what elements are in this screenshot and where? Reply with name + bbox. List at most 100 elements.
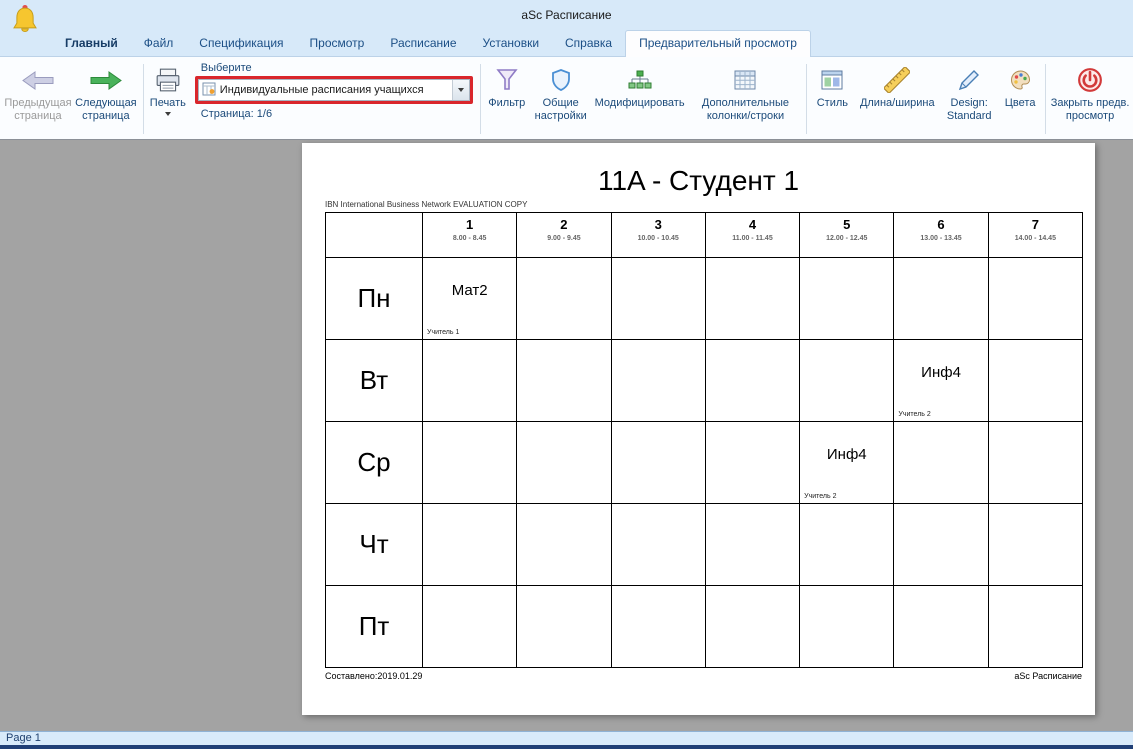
menu-item[interactable]: Расписание	[377, 31, 469, 56]
timetable-cell: Мат2Учитель 1	[423, 258, 517, 340]
timetable-cell	[705, 258, 799, 340]
timetable-cell	[988, 422, 1082, 504]
period-header: 512.00 - 12.45	[800, 213, 894, 258]
timetable-cell	[705, 586, 799, 668]
print-dropdown-caret[interactable]	[165, 112, 171, 116]
timetable-cell	[894, 586, 988, 668]
menu-item[interactable]: Спецификация	[186, 31, 296, 56]
status-page-text: Page 1	[6, 732, 41, 744]
toolbar-separator	[806, 64, 807, 134]
filter-label: Фильтр	[488, 97, 525, 110]
timetable-cell	[705, 422, 799, 504]
menu-item[interactable]: Справка	[552, 31, 625, 56]
arrow-right-icon	[89, 64, 123, 96]
previous-page-label: Предыдущая страница	[4, 97, 72, 123]
shield-icon	[549, 64, 573, 96]
period-header: 18.00 - 8.45	[423, 213, 517, 258]
timetable-cell	[800, 504, 894, 586]
style-button[interactable]: Стиль	[810, 59, 854, 139]
toolbar-separator	[1045, 64, 1046, 134]
timetable-cell	[800, 586, 894, 668]
filter-button[interactable]: Фильтр	[484, 59, 530, 139]
period-header: 411.00 - 11.45	[705, 213, 799, 258]
app-bell-icon[interactable]	[10, 3, 40, 42]
extra-columns-button[interactable]: Дополнительные колонки/строки	[688, 59, 804, 139]
timetable-cell	[988, 340, 1082, 422]
close-preview-button[interactable]: Закрыть предв. просмотр	[1049, 59, 1131, 139]
day-label: Пт	[326, 586, 423, 668]
timetable-title: 11A - Студент 1	[302, 165, 1095, 197]
window-title: aSc Расписание	[0, 8, 1133, 22]
combo-dropdown-button[interactable]	[452, 80, 469, 100]
menu-item[interactable]: Предварительный просмотр	[625, 30, 811, 57]
previous-page-button[interactable]: Предыдущая страница	[4, 59, 72, 139]
timetable-cell: Инф4Учитель 2	[800, 422, 894, 504]
day-label: Чт	[326, 504, 423, 586]
menu-item[interactable]: Установки	[470, 31, 552, 56]
menu-item[interactable]: Просмотр	[297, 31, 378, 56]
report-type-select[interactable]: Индивидуальные расписания учащихся	[198, 79, 470, 101]
close-preview-label: Закрыть предв. просмотр	[1049, 97, 1131, 123]
period-header: 310.00 - 10.45	[611, 213, 705, 258]
dimensions-button[interactable]: Длина/ширина	[854, 59, 940, 139]
colors-label: Цвета	[1005, 97, 1036, 110]
general-settings-button[interactable]: Общие настройки	[530, 59, 592, 139]
palette-icon	[1008, 64, 1033, 96]
menu-item[interactable]: Главный	[52, 31, 131, 56]
period-header: 714.00 - 14.45	[988, 213, 1082, 258]
timetable-cell	[988, 258, 1082, 340]
selection-highlight: Индивидуальные расписания учащихся	[195, 76, 473, 104]
timetable-cell	[611, 504, 705, 586]
print-button[interactable]: Печать	[147, 59, 189, 139]
next-page-button[interactable]: Следующая страница	[72, 59, 140, 139]
timetable-cell	[611, 340, 705, 422]
timetable-cell	[423, 586, 517, 668]
timetable-cell	[894, 422, 988, 504]
pencil-icon	[957, 64, 981, 96]
dimensions-label: Длина/ширина	[860, 97, 935, 110]
preview-workspace: 11A - Студент 1 IBN International Busine…	[0, 140, 1133, 731]
print-preview-page: 11A - Студент 1 IBN International Busine…	[302, 143, 1095, 715]
toolbar-separator	[143, 64, 144, 134]
timetable-cell	[611, 258, 705, 340]
modify-button[interactable]: Модифицировать	[592, 59, 688, 139]
status-bar: Page 1	[0, 731, 1133, 745]
menu-bar: ГлавныйФайлСпецификацияПросмотрРасписани…	[0, 30, 1133, 57]
next-page-label: Следующая страница	[72, 97, 140, 123]
timetable-cell	[894, 504, 988, 586]
design-button[interactable]: Design: Standard	[940, 59, 998, 139]
toolbar-separator	[480, 64, 481, 134]
org-chart-icon	[628, 64, 652, 96]
ruler-icon	[884, 64, 910, 96]
titlebar: aSc Расписание	[0, 0, 1133, 30]
evaluation-watermark: IBN International Business Network EVALU…	[325, 200, 527, 209]
style-panes-icon	[820, 64, 844, 96]
period-header: 613.00 - 13.45	[894, 213, 988, 258]
power-icon	[1077, 64, 1103, 96]
table-grid-icon	[733, 64, 757, 96]
timetable-cell	[517, 258, 611, 340]
app-name-footer: aSc Расписание	[1014, 671, 1082, 681]
timetable-cell	[800, 258, 894, 340]
timetable-cell	[423, 504, 517, 586]
period-header: 29.00 - 9.45	[517, 213, 611, 258]
toolbar: Предыдущая страница Следующая страница П…	[0, 57, 1133, 140]
lesson-subject: Инф4	[894, 340, 987, 405]
style-label: Стиль	[817, 97, 848, 110]
timetable-cell	[517, 422, 611, 504]
page-counter: Страница: 1/6	[201, 108, 471, 120]
menu-item[interactable]: Файл	[131, 31, 187, 56]
printer-icon	[155, 64, 181, 96]
day-label: Пн	[326, 258, 423, 340]
report-selector-group: Выберите Индивидуальные расписания учащи…	[189, 59, 477, 139]
arrow-left-icon	[21, 64, 55, 96]
choose-label: Выберите	[201, 62, 471, 74]
timetable-cell: Инф4Учитель 2	[894, 340, 988, 422]
timetable-cell	[517, 340, 611, 422]
corner-cell	[326, 213, 423, 258]
selector-icon	[202, 82, 216, 99]
timetable-cell	[517, 586, 611, 668]
colors-button[interactable]: Цвета	[998, 59, 1042, 139]
report-type-value: Индивидуальные расписания учащихся	[220, 84, 424, 96]
lesson-teacher: Учитель 1	[427, 329, 459, 336]
